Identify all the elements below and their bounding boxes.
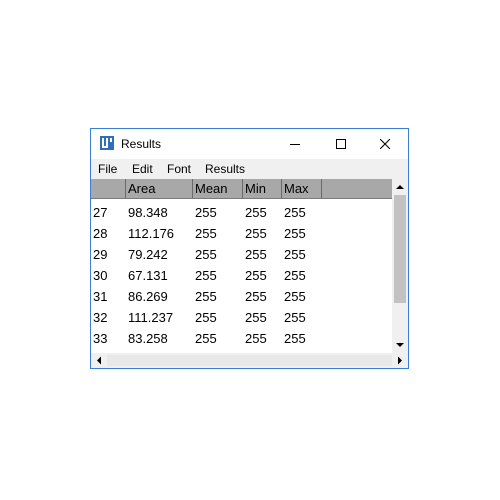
table-row[interactable]: 27 98.348 255 255 255 <box>91 202 392 223</box>
menu-edit[interactable]: Edit <box>132 162 153 176</box>
table-row[interactable]: 28 112.176 255 255 255 <box>91 223 392 244</box>
cell-area: 83.258 <box>128 331 168 346</box>
table-header: Area Mean Min Max <box>91 179 392 199</box>
cell-mean: 255 <box>195 310 217 325</box>
scroll-left-button[interactable] <box>91 353 107 368</box>
menu-results[interactable]: Results <box>205 162 245 176</box>
cell-min: 255 <box>245 247 267 262</box>
scroll-right-button[interactable] <box>392 353 408 368</box>
cell-min: 255 <box>245 268 267 283</box>
cell-index: 30 <box>93 268 108 283</box>
table-row[interactable]: 31 86.269 255 255 255 <box>91 286 392 307</box>
close-icon <box>380 139 390 149</box>
cell-area: 67.131 <box>128 268 168 283</box>
column-header-min[interactable]: Min <box>243 179 282 198</box>
cell-area: 86.269 <box>128 289 168 304</box>
left-arrow-icon <box>97 356 101 365</box>
cell-mean: 255 <box>195 247 217 262</box>
cell-max: 255 <box>284 268 306 283</box>
cell-max: 255 <box>284 331 306 346</box>
cell-index: 27 <box>93 205 108 220</box>
table-row[interactable]: 29 79.242 255 255 255 <box>91 244 392 265</box>
table-row[interactable]: 33 83.258 255 255 255 <box>91 328 392 349</box>
cell-mean: 255 <box>195 226 217 241</box>
cell-area: 79.242 <box>128 247 168 262</box>
column-header-max[interactable]: Max <box>282 179 322 198</box>
horizontal-scroll-thumb[interactable] <box>107 355 392 366</box>
window-title: Results <box>121 137 162 151</box>
maximize-button[interactable] <box>318 129 364 159</box>
cell-min: 255 <box>245 205 267 220</box>
down-arrow-icon <box>396 343 404 347</box>
table-row[interactable]: 32 111.237 255 255 255 <box>91 307 392 328</box>
cell-min: 255 <box>245 289 267 304</box>
menu-font[interactable]: Font <box>167 162 191 176</box>
column-header-mean[interactable]: Mean <box>193 179 243 198</box>
cell-area: 98.348 <box>128 205 168 220</box>
table-row[interactable]: 30 67.131 255 255 255 <box>91 265 392 286</box>
maximize-icon <box>336 139 346 149</box>
title-bar[interactable]: Results <box>91 129 408 159</box>
cell-index: 31 <box>93 289 108 304</box>
cell-mean: 255 <box>195 331 217 346</box>
minimize-icon <box>290 144 300 145</box>
horizontal-scrollbar[interactable] <box>91 353 408 368</box>
cell-mean: 255 <box>195 268 217 283</box>
close-button[interactable] <box>362 129 408 159</box>
column-header-area[interactable]: Area <box>126 179 193 198</box>
up-arrow-icon <box>396 185 404 189</box>
minimize-button[interactable] <box>272 129 318 159</box>
scroll-up-button[interactable] <box>392 179 408 195</box>
right-arrow-icon <box>398 356 402 365</box>
cell-max: 255 <box>284 247 306 262</box>
cell-max: 255 <box>284 226 306 241</box>
vertical-scrollbar[interactable] <box>392 179 408 353</box>
cell-mean: 255 <box>195 205 217 220</box>
cell-index: 32 <box>93 310 108 325</box>
cell-index: 33 <box>93 331 108 346</box>
results-window: Results File Edit Font Results Area Mean… <box>90 128 409 369</box>
cell-index: 29 <box>93 247 108 262</box>
cell-area: 111.237 <box>128 310 174 325</box>
cell-area: 112.176 <box>128 226 175 241</box>
cell-max: 255 <box>284 205 306 220</box>
cell-min: 255 <box>245 310 267 325</box>
column-header-index[interactable] <box>91 179 126 198</box>
scroll-down-button[interactable] <box>392 337 408 353</box>
vertical-scroll-thumb[interactable] <box>394 195 406 303</box>
cell-max: 255 <box>284 289 306 304</box>
imagej-icon <box>100 136 114 150</box>
menu-bar: File Edit Font Results <box>91 159 408 179</box>
menu-file[interactable]: File <box>98 162 117 176</box>
cell-max: 255 <box>284 310 306 325</box>
cell-mean: 255 <box>195 289 217 304</box>
cell-min: 255 <box>245 226 267 241</box>
cell-min: 255 <box>245 331 267 346</box>
results-table[interactable]: Area Mean Min Max 27 98.348 255 255 255 … <box>91 179 392 353</box>
cell-index: 28 <box>93 226 108 241</box>
